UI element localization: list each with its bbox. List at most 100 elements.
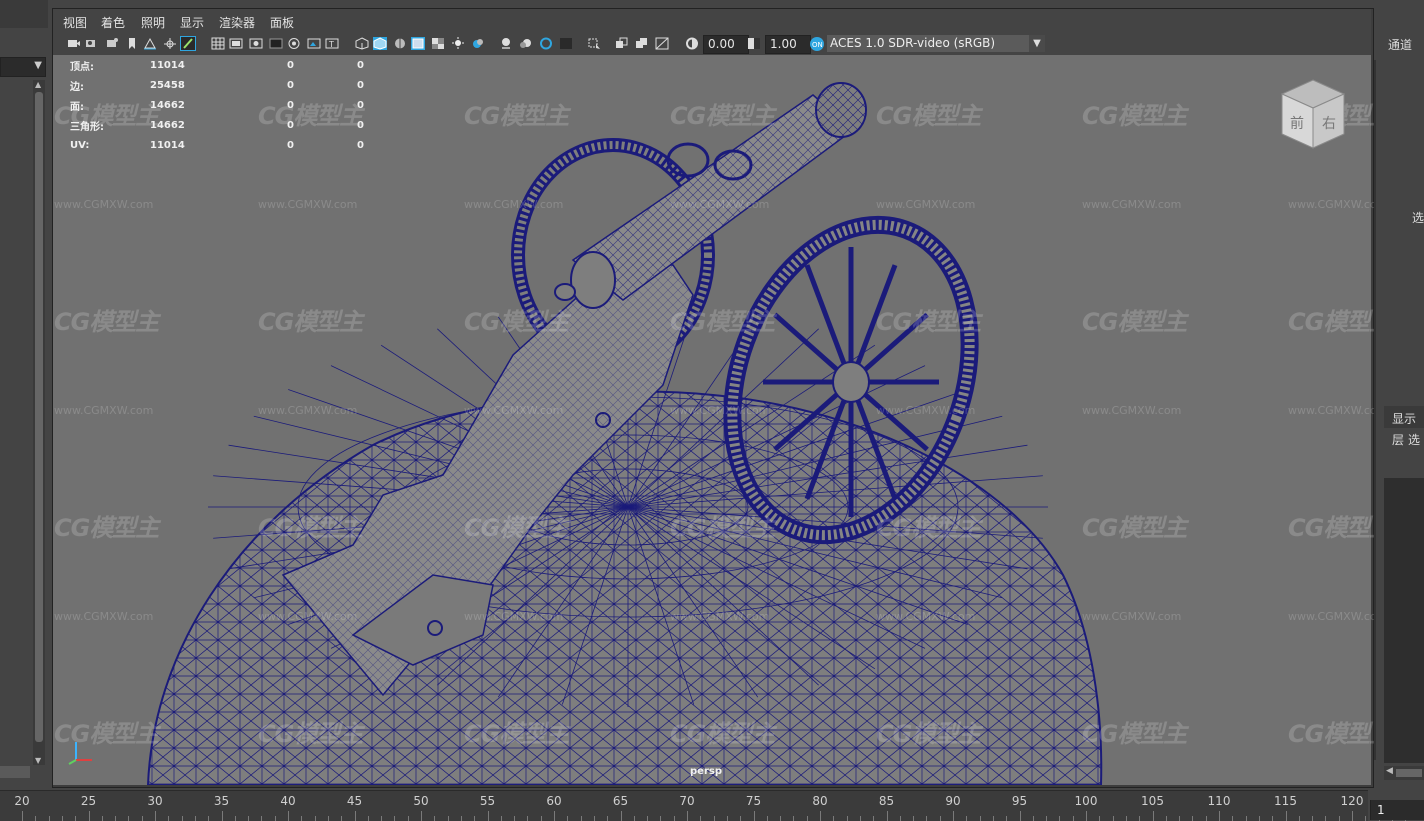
timeline-tick-label: 20	[14, 794, 30, 808]
bookmark-icon[interactable]	[125, 37, 139, 50]
grid-icon[interactable]	[211, 37, 225, 50]
current-frame-field[interactable]: 1	[1370, 800, 1424, 820]
display-tab-label[interactable]: 显示	[1392, 410, 1416, 427]
timeline-tick-label: 100	[1074, 794, 1098, 808]
svg-text:T: T	[328, 40, 334, 49]
timeline-tick	[1059, 816, 1061, 821]
resolution-gate-icon[interactable]	[249, 37, 263, 50]
gamma-field[interactable]: 1.00	[765, 35, 811, 54]
scroll-up-icon[interactable]: ▲	[35, 80, 41, 89]
use-all-lights-icon[interactable]	[431, 37, 445, 50]
layer-menu[interactable]: 层	[1392, 431, 1404, 448]
menu-renderer[interactable]: 渲染器	[219, 14, 255, 31]
screen-space-ao-icon[interactable]	[471, 37, 485, 50]
panel-divider[interactable]	[1374, 60, 1376, 760]
right-horizontal-scrollbar[interactable]: ◀	[1384, 766, 1424, 780]
timeline-tick	[979, 816, 981, 821]
shadows-icon[interactable]	[451, 37, 465, 50]
timeline-tick-label: 60	[546, 794, 562, 808]
hud-value: 0	[357, 79, 364, 91]
timeline-tick	[434, 816, 436, 821]
left-scrollbar[interactable]: ▲ ▼	[33, 80, 45, 765]
timeline-tick-label: 85	[878, 794, 895, 808]
current-frame-value: 1	[1377, 803, 1385, 817]
channels-menu[interactable]: 通道	[1388, 36, 1412, 53]
hud-value: 14662	[150, 99, 185, 111]
timeline-tick-label: 95	[1011, 794, 1028, 808]
timeline-tick	[726, 816, 728, 821]
poly-count-hud: 顶点: 11014 0 0 边: 25458 0 0 面: 14662 0 0 三角形: 14662…	[70, 55, 364, 155]
timeline-tick-label: 65	[612, 794, 629, 808]
timeline-tick	[846, 816, 848, 821]
view-cube-right[interactable]: 右	[1322, 116, 1336, 132]
grease-pencil-icon[interactable]	[180, 36, 196, 51]
safe-title-icon[interactable]: T	[325, 37, 339, 50]
camera-bookmark-icon[interactable]	[105, 37, 119, 50]
timeline-tick-label: 40	[280, 794, 296, 808]
color-management-icon[interactable]: ON	[809, 36, 825, 52]
left-scrollbar-thumb[interactable]	[35, 92, 43, 742]
timeline-tick-label: 70	[679, 794, 695, 808]
hud-value: 0	[287, 99, 294, 111]
image-plane-icon[interactable]	[143, 37, 157, 50]
xray-joints-icon[interactable]	[635, 37, 649, 50]
camera-attr-icon[interactable]	[85, 37, 99, 50]
scroll-left-icon[interactable]: ◀	[1386, 766, 1393, 776]
timeline-tick	[1192, 816, 1194, 821]
wireframe-icon[interactable]	[355, 37, 369, 50]
timeline-tick	[327, 816, 329, 821]
timeline-tick	[1139, 816, 1141, 821]
isolate-select-icon[interactable]	[559, 37, 573, 50]
menu-show[interactable]: 显示	[180, 14, 204, 31]
left-panel-dropdown[interactable]: ▼	[0, 57, 46, 77]
time-slider[interactable]: 20 25 30 35 40 45 50 55 60 65 70 75 80 85 90 95 100 105 11…	[0, 790, 1407, 821]
field-chart-icon[interactable]	[287, 37, 301, 50]
hud-row-vertices: 顶点: 11014 0 0	[70, 55, 364, 75]
timeline-tick	[274, 816, 276, 821]
menu-panels[interactable]: 面板	[270, 14, 294, 31]
textured-icon[interactable]	[411, 37, 425, 50]
camera-icon[interactable]	[67, 37, 81, 50]
timeline-tick	[1245, 816, 1247, 821]
timeline-tick	[101, 816, 103, 821]
view-cube[interactable]: 前 右	[1278, 78, 1348, 150]
timeline-tick	[647, 816, 649, 821]
gamma-icon[interactable]	[747, 37, 761, 50]
select-menu[interactable]: 选	[1412, 209, 1424, 226]
menu-lighting[interactable]: 照明	[141, 14, 165, 31]
xray-icon[interactable]	[587, 37, 601, 50]
timeline-tick	[314, 816, 316, 821]
smooth-shade-icon[interactable]	[373, 37, 387, 50]
scene-render	[146, 82, 1103, 785]
multisample-aa-icon[interactable]	[519, 37, 533, 50]
timeline-tick	[1006, 816, 1008, 821]
depth-of-field-icon[interactable]	[539, 37, 553, 50]
right-scrollbar-thumb[interactable]	[1396, 769, 1422, 777]
film-gate-icon[interactable]	[229, 37, 243, 50]
safe-action-icon[interactable]	[307, 37, 321, 50]
wireframe-on-shaded-icon[interactable]	[393, 37, 407, 50]
timeline-tick	[48, 816, 50, 821]
menu-view[interactable]: 视图	[63, 14, 87, 31]
timeline-tick	[567, 816, 569, 821]
timeline-tick	[301, 816, 303, 821]
motion-blur-icon[interactable]	[499, 37, 513, 50]
exposure-field[interactable]: 0.00	[703, 35, 749, 54]
scroll-down-icon[interactable]: ▼	[35, 756, 41, 765]
menu-shading[interactable]: 着色	[101, 14, 125, 31]
exposure-icon[interactable]	[685, 37, 699, 50]
timeline-tick	[766, 816, 768, 821]
timeline-tick	[460, 816, 462, 821]
view-cube-front[interactable]: 前	[1290, 115, 1304, 132]
timeline-tick	[341, 816, 343, 821]
xray-active-icon[interactable]	[615, 37, 629, 50]
3d-viewport[interactable]	[53, 55, 1371, 785]
layer-options-menu[interactable]: 选	[1408, 431, 1420, 448]
panel-toolbar: T 0.00 1.00 ON ACES 1.0 SDR-video (sRGB)…	[53, 33, 1371, 56]
layer-list[interactable]	[1384, 478, 1424, 763]
left-horizontal-scrollbar[interactable]	[0, 766, 30, 778]
pivot-icon[interactable]	[163, 37, 177, 50]
backface-icon[interactable]	[655, 37, 669, 50]
gate-mask-icon[interactable]	[269, 37, 283, 50]
color-space-dropdown[interactable]: ACES 1.0 SDR-video (sRGB) ▼	[827, 35, 1045, 52]
